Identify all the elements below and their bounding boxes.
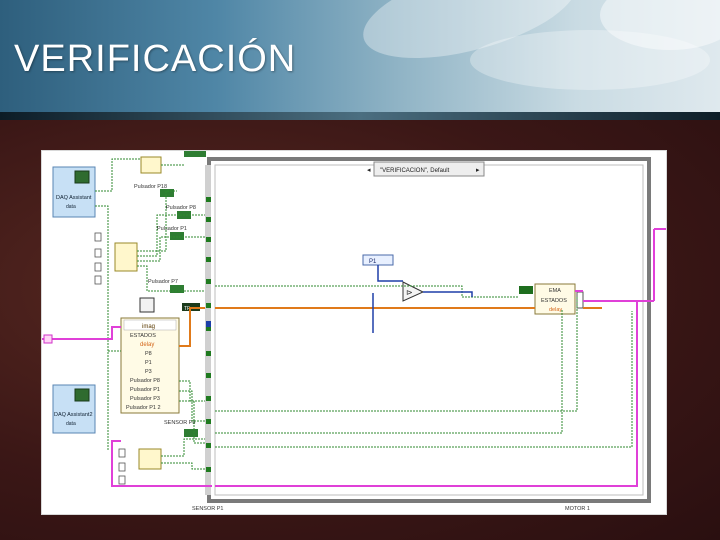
enum-wires bbox=[372, 265, 473, 333]
cluster-field: EMA bbox=[549, 288, 561, 294]
cluster-field: Pulsador P3 bbox=[130, 396, 160, 402]
boolean-indicator: SENSOR P8 bbox=[164, 420, 198, 437]
boolean-indicator: Pulsador P1 bbox=[157, 226, 187, 240]
daq-data-label: data bbox=[66, 204, 76, 210]
daq-assistant-title: DAQ Assistant bbox=[56, 195, 92, 201]
slide-header-banner: VERIFICACIÓN bbox=[0, 0, 720, 112]
cluster-tunnel bbox=[43, 334, 53, 344]
shift-register-node bbox=[576, 291, 584, 309]
bundle-by-name-node[interactable]: EMA ESTADOS delay bbox=[534, 283, 576, 315]
case-structure-inner bbox=[214, 164, 644, 496]
svg-text:⊳: ⊳ bbox=[406, 288, 413, 297]
index-array-node[interactable] bbox=[114, 242, 138, 272]
daq-assistant-title: DAQ Assistant2 bbox=[54, 412, 93, 418]
unbundle-by-name-node[interactable]: imag ESTADOS delay P8 P1 P3 Pulsador P8 … bbox=[120, 317, 180, 414]
slide-title: VERIFICACIÓN bbox=[14, 38, 297, 80]
svg-text:Pulsador P1: Pulsador P1 bbox=[157, 226, 187, 232]
cluster-field: P3 bbox=[145, 369, 152, 375]
cluster-field: Pulsador P8 bbox=[130, 378, 160, 384]
svg-text:P1: P1 bbox=[369, 259, 377, 265]
cluster-field: P8 bbox=[145, 351, 152, 357]
svg-text:SENSOR P8: SENSOR P8 bbox=[164, 420, 195, 426]
local-variable-p1[interactable]: P1 bbox=[362, 254, 394, 266]
subvi-icon[interactable] bbox=[139, 297, 155, 313]
cluster-field: ESTADOS bbox=[130, 333, 156, 339]
labview-block-diagram[interactable]: "VERIFICACION", Default ▸ ◂ DAQ Assistan… bbox=[41, 150, 667, 515]
cluster-field: Pulsador P1 bbox=[130, 387, 160, 393]
cluster-field: Pulsador P1 2 bbox=[126, 405, 161, 411]
cluster-field: delay bbox=[140, 342, 154, 348]
chevron-left-icon[interactable]: ◂ bbox=[367, 167, 371, 174]
header-divider bbox=[0, 112, 720, 120]
boolean-indicator: Pulsador P8 bbox=[166, 205, 196, 219]
boolean-indicator bbox=[184, 151, 206, 157]
cluster-field: imag bbox=[142, 324, 155, 330]
select-function-icon[interactable]: ⊳ bbox=[402, 281, 425, 302]
indicator-label: SENSOR P1 bbox=[192, 506, 223, 512]
case-selector-label: "VERIFICACION", Default bbox=[380, 168, 450, 174]
index-array-node[interactable] bbox=[140, 156, 162, 174]
enum-constant[interactable] bbox=[519, 286, 533, 294]
indicator-label: MOTOR 1 bbox=[565, 506, 590, 512]
cluster-field: P1 bbox=[145, 360, 152, 366]
daq-assistant-block[interactable]: DAQ Assistant data bbox=[52, 166, 96, 218]
daq-assistant-block[interactable]: DAQ Assistant2 data bbox=[52, 384, 96, 434]
daq-data-label: data bbox=[66, 421, 76, 427]
index-array-node[interactable] bbox=[138, 448, 162, 470]
case-structure[interactable] bbox=[207, 157, 651, 503]
cluster-field: delay bbox=[549, 307, 562, 313]
svg-text:Pulsador P8: Pulsador P8 bbox=[166, 205, 196, 211]
svg-text:Pulsador P7: Pulsador P7 bbox=[148, 279, 178, 285]
chevron-down-icon[interactable]: ▸ bbox=[476, 167, 480, 174]
cluster-field: ESTADOS bbox=[541, 298, 567, 304]
